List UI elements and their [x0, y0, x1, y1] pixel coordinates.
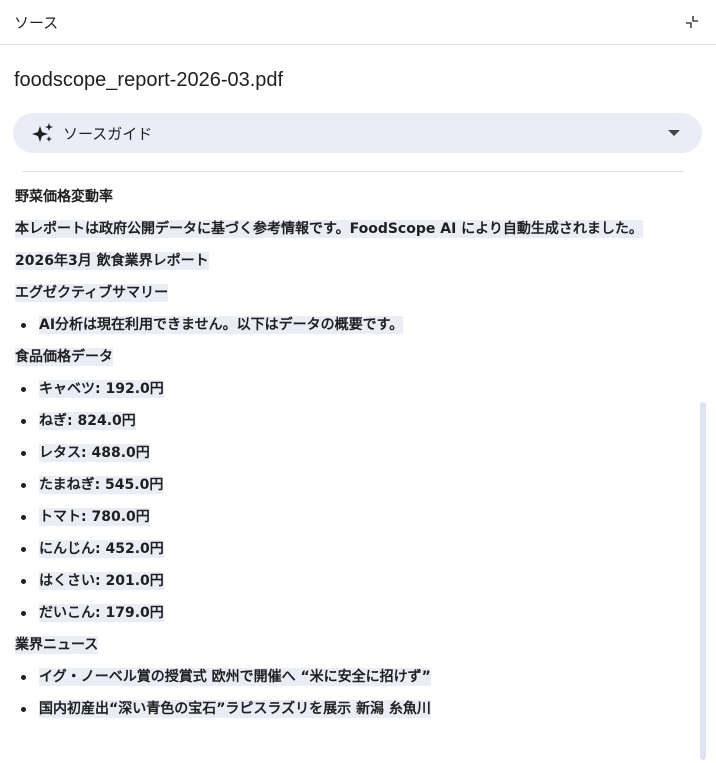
source-panel: ソース foodscope_report-2026-03.pdf ソースガイド …	[0, 0, 716, 763]
collapse-button[interactable]	[680, 10, 704, 34]
list-item: ねぎ: 824.0円	[15, 410, 702, 432]
chevron-down-icon	[666, 125, 682, 141]
sparkle-icon	[31, 121, 55, 145]
collapse-icon	[686, 16, 698, 28]
source-guide-toggle[interactable]: ソースガイド	[13, 113, 702, 153]
list-item: はくさい: 201.0円	[15, 570, 702, 592]
disclaimer-text: 本レポートは政府公開データに基づく参考情報です。FoodScope AI により…	[15, 220, 643, 238]
executive-summary-heading: エグゼクティブサマリー	[15, 284, 169, 302]
list-item: トマト: 780.0円	[15, 506, 702, 528]
scrollbar[interactable]	[700, 402, 706, 760]
news-heading: 業界ニュース	[15, 636, 99, 654]
list-item: キャベツ: 192.0円	[15, 378, 702, 400]
news-list: イグ・ノーベル賞の授賞式 欧州で開催へ “米に安全に招けず” 国内初産出“深い青…	[15, 666, 702, 720]
list-item: レタス: 488.0円	[15, 442, 702, 464]
report-title: 2026年3月 飲食業界レポート	[15, 252, 209, 270]
summary-list: AI分析は現在利用できません。以下はデータの概要です。	[15, 314, 702, 336]
list-item: にんじん: 452.0円	[15, 538, 702, 560]
list-item: AI分析は現在利用できません。以下はデータの概要です。	[15, 314, 702, 336]
panel-header: ソース	[0, 0, 716, 45]
source-guide-label: ソースガイド	[63, 124, 153, 143]
list-item: だいこん: 179.0円	[15, 602, 702, 624]
list-item: イグ・ノーベル賞の授賞式 欧州で開催へ “米に安全に招けず”	[15, 666, 702, 688]
price-data-heading: 食品価格データ	[15, 348, 113, 366]
price-list: キャベツ: 192.0円 ねぎ: 824.0円 レタス: 488.0円 たまねぎ…	[15, 378, 702, 624]
list-item: たまねぎ: 545.0円	[15, 474, 702, 496]
document-content: 野菜価格変動率 本レポートは政府公開データに基づく参考情報です。FoodScop…	[0, 186, 702, 730]
heading-price-change: 野菜価格変動率	[15, 189, 113, 205]
list-item: 国内初産出“深い青色の宝石”ラピスラズリを展示 新潟 糸魚川	[15, 698, 702, 720]
document-title: foodscope_report-2026-03.pdf	[14, 69, 284, 91]
divider	[22, 171, 684, 172]
panel-title: ソース	[14, 13, 59, 32]
